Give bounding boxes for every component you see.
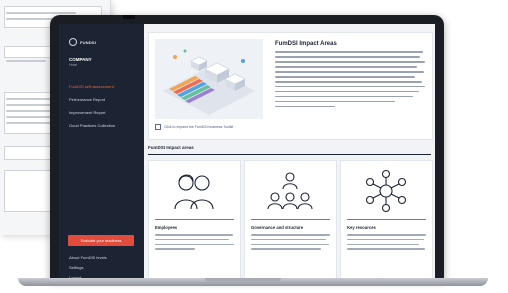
document-line [6, 60, 46, 62]
laptop-camera [123, 15, 135, 19]
card-description [155, 234, 234, 253]
card-accent-rule [155, 219, 234, 220]
laptop-screen: FUNDSI COMPANY Hotel FumDSI self-assessm… [59, 24, 435, 280]
toolkit-expand-link[interactable]: Click to expand the FumDSI business Tool… [155, 124, 233, 130]
impact-card-governance[interactable]: Governance and structure [244, 160, 337, 280]
sidebar-item-settings[interactable]: Settings [69, 265, 83, 270]
isometric-illustration[interactable] [155, 39, 263, 119]
card-title: Governance and structure [251, 225, 304, 230]
sidebar-item-good-practices[interactable]: Good Practices Collection [69, 123, 115, 128]
key-resources-icon [365, 169, 407, 213]
hero-title: FumDSI Impact Areas [275, 41, 337, 47]
expand-icon [155, 124, 161, 130]
sidebar-item-improvement-report[interactable]: Improvement Report [69, 110, 105, 115]
card-title: Employees [155, 225, 178, 230]
toolkit-caption: Click to expand the FumDSI business Tool… [164, 125, 234, 129]
document-line [6, 12, 76, 14]
company-name: COMPANY [69, 57, 92, 62]
sidebar-item-about-levels[interactable]: About FumDSI levels [69, 255, 107, 260]
main-content: Click to expand the FumDSI business Tool… [144, 24, 435, 280]
evaluate-readiness-button[interactable]: Evaluate your readiness [68, 235, 134, 246]
card-title: Key resources [347, 225, 376, 230]
sidebar: FUNDSI COMPANY Hotel FumDSI self-assessm… [59, 24, 144, 280]
impact-card-employees[interactable]: Employees [148, 160, 241, 280]
brand-logo-icon [69, 38, 77, 46]
company-subtitle: Hotel [69, 63, 78, 67]
impact-areas-hero: Click to expand the FumDSI business Tool… [148, 32, 433, 140]
card-accent-rule [347, 219, 426, 220]
brand[interactable]: FUNDSI [69, 38, 96, 46]
sidebar-item-performance-report[interactable]: Performance Report [69, 97, 105, 102]
card-description [347, 234, 426, 253]
employees-icon [174, 174, 214, 210]
brand-name: FUNDSI [80, 39, 97, 45]
sidebar-item-self-assessment[interactable]: FumDSI self-assessment [69, 84, 114, 89]
section-divider [148, 154, 431, 155]
governance-icon [267, 172, 313, 210]
laptop-base-lip [205, 278, 281, 282]
card-description [251, 234, 330, 253]
section-title: FumDSI Impact areas [148, 145, 194, 150]
card-accent-rule [251, 219, 330, 220]
hero-description [275, 51, 425, 111]
impact-card-key-resources[interactable]: Key resources [340, 160, 433, 280]
